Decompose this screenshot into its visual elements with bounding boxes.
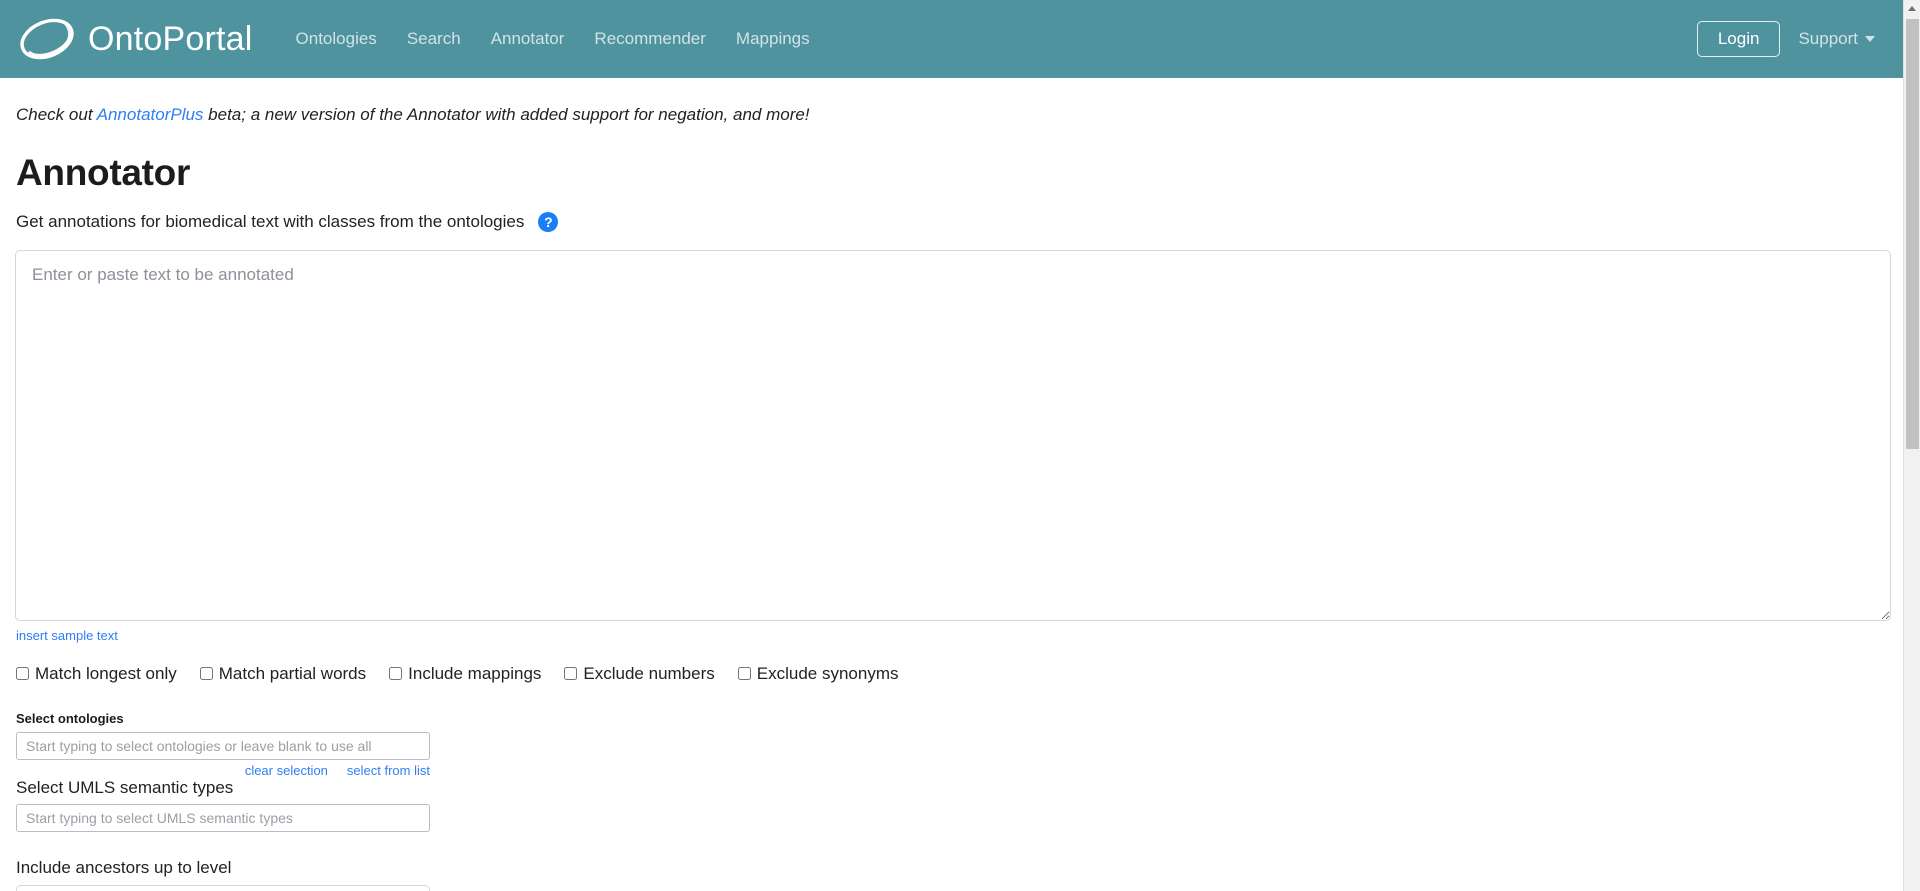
nav-item-recommender[interactable]: Recommender xyxy=(579,21,721,57)
checkbox-input-exclude-synonyms[interactable] xyxy=(737,667,751,681)
chevron-down-icon xyxy=(1865,36,1875,42)
ontologies-action-links: clear selection select from list xyxy=(16,763,430,778)
brand-home-link[interactable]: OntoPortal xyxy=(16,11,253,67)
promo-suffix: beta; a new version of the Annotator wit… xyxy=(203,105,810,124)
promo-prefix: Check out xyxy=(16,105,97,124)
navbar-right-group: Login Support xyxy=(1696,20,1881,58)
select-umls-label: Select UMLS semantic types xyxy=(16,777,234,797)
nav-link-recommender[interactable]: Recommender xyxy=(579,21,721,57)
select-umls-input[interactable] xyxy=(16,803,430,832)
insert-sample-text-link[interactable]: insert sample text xyxy=(16,628,118,643)
support-dropdown[interactable]: Support xyxy=(1798,29,1881,49)
onto-ring-logo-icon xyxy=(20,18,74,60)
select-umls-block: Select UMLS semantic types xyxy=(16,778,1889,832)
nav-item-mappings[interactable]: Mappings xyxy=(721,21,825,57)
checkbox-label-match-partial-words: Match partial words xyxy=(218,663,367,683)
checkbox-match-partial-words[interactable]: Match partial words xyxy=(199,663,367,684)
nav-link-search[interactable]: Search xyxy=(392,21,476,57)
select-ontologies-label: Select ontologies xyxy=(16,710,124,726)
clear-selection-link[interactable]: clear selection xyxy=(245,763,328,778)
page-root: OntoPortal Ontologies Search Annotator R… xyxy=(0,0,1920,891)
include-ancestors-select-wrap: none xyxy=(16,884,430,891)
checkbox-label-exclude-synonyms: Exclude synonyms xyxy=(756,663,899,683)
checkbox-label-exclude-numbers: Exclude numbers xyxy=(583,663,715,683)
include-ancestors-block: Include ancestors up to level none xyxy=(16,858,1889,891)
nav-item-search[interactable]: Search xyxy=(392,21,476,57)
checkbox-input-match-longest-only[interactable] xyxy=(16,667,29,681)
select-from-list-link[interactable]: select from list xyxy=(347,763,430,778)
content-column: OntoPortal Ontologies Search Annotator R… xyxy=(0,0,1903,891)
subtitle-row: Get annotations for biomedical text with… xyxy=(16,211,1889,232)
top-navbar: OntoPortal Ontologies Search Annotator R… xyxy=(0,0,1903,78)
nav-link-ontologies[interactable]: Ontologies xyxy=(281,21,392,57)
checkbox-match-longest-only[interactable]: Match longest only xyxy=(16,664,177,684)
select-ontologies-input[interactable] xyxy=(16,731,430,760)
help-question-icon[interactable]: ? xyxy=(538,211,559,232)
nav-link-mappings[interactable]: Mappings xyxy=(721,21,825,57)
nav-item-annotator[interactable]: Annotator xyxy=(476,21,580,57)
checkbox-input-match-partial-words[interactable] xyxy=(199,667,213,681)
brand-name: OntoPortal xyxy=(88,20,253,58)
page-title: Annotator xyxy=(16,152,191,194)
nav-item-ontologies[interactable]: Ontologies xyxy=(281,21,392,57)
annotation-text-input[interactable] xyxy=(15,249,1891,621)
primary-nav: Ontologies Search Annotator Recommender … xyxy=(281,21,825,57)
promo-banner: Check out AnnotatorPlus beta; a new vers… xyxy=(14,78,1889,126)
annotation-options-row: Match longest only Match partial words I… xyxy=(16,664,1889,684)
page-body: Check out AnnotatorPlus beta; a new vers… xyxy=(0,78,1903,891)
checkbox-include-mappings[interactable]: Include mappings xyxy=(389,664,541,684)
checkbox-exclude-synonyms[interactable]: Exclude synonyms xyxy=(737,663,899,684)
annotator-plus-link[interactable]: AnnotatorPlus xyxy=(97,105,204,124)
page-subtitle: Get annotations for biomedical text with… xyxy=(16,211,525,231)
include-ancestors-select[interactable]: none xyxy=(16,884,430,891)
include-ancestors-label: Include ancestors up to level xyxy=(16,857,232,877)
support-label: Support xyxy=(1798,29,1858,48)
page-scrollbar[interactable] xyxy=(1903,0,1920,891)
login-button[interactable]: Login xyxy=(1696,20,1781,58)
checkbox-label-include-mappings: Include mappings xyxy=(408,663,542,683)
select-ontologies-block: Select ontologies clear selection select… xyxy=(16,711,1889,778)
checkbox-exclude-numbers[interactable]: Exclude numbers xyxy=(564,663,715,684)
scroll-up-arrow-icon[interactable] xyxy=(1904,0,1920,17)
scrollbar-thumb[interactable] xyxy=(1906,19,1919,449)
nav-link-annotator[interactable]: Annotator xyxy=(476,21,580,57)
checkbox-input-include-mappings[interactable] xyxy=(389,667,403,681)
checkbox-label-match-longest-only: Match longest only xyxy=(35,663,177,683)
checkbox-input-exclude-numbers[interactable] xyxy=(564,667,578,681)
